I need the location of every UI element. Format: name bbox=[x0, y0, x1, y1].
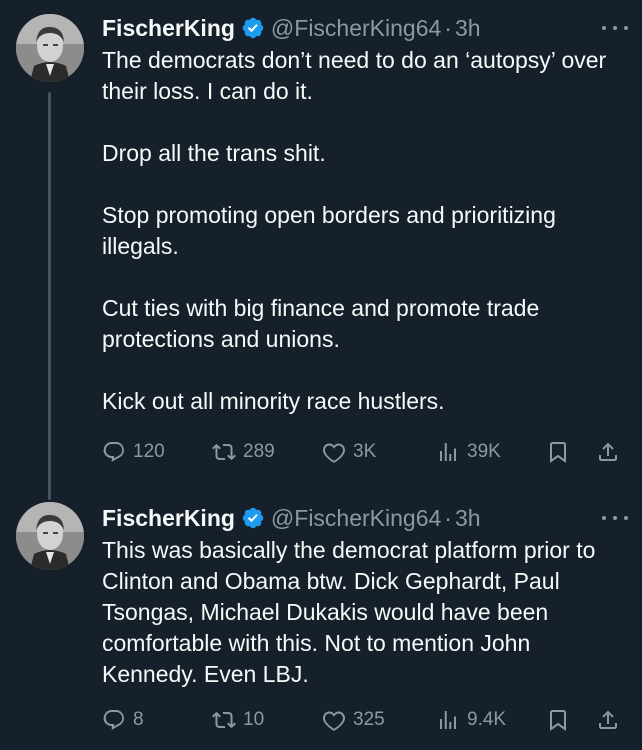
views-button[interactable]: 39K bbox=[436, 432, 501, 472]
timestamp[interactable]: 3h bbox=[455, 500, 481, 536]
tweet-paragraph: Drop all the trans shit. bbox=[102, 140, 326, 166]
tweet-text: This was basically the democrat platform… bbox=[102, 535, 627, 690]
timestamp[interactable]: 3h bbox=[455, 10, 481, 46]
tweet-paragraph: The democrats don’t need to do an ‘autop… bbox=[102, 47, 607, 104]
share-icon bbox=[596, 440, 620, 464]
repost-button[interactable]: 10 bbox=[212, 700, 264, 740]
repost-count: 289 bbox=[243, 441, 275, 462]
reply-icon bbox=[102, 708, 126, 732]
tweet-text: The democrats don’t need to do an ‘autop… bbox=[102, 45, 627, 417]
tweet-paragraph: This was basically the democrat platform… bbox=[102, 537, 596, 687]
like-count: 325 bbox=[353, 709, 385, 730]
repost-icon bbox=[212, 708, 236, 732]
heart-icon bbox=[322, 440, 346, 464]
bookmark-icon bbox=[546, 708, 570, 732]
author-handle[interactable]: @FischerKing64 bbox=[271, 500, 441, 536]
tweet[interactable]: FischerKing @FischerKing64 · 3h The demo… bbox=[0, 0, 642, 500]
thread-line bbox=[48, 92, 51, 500]
author-name[interactable]: FischerKing bbox=[102, 10, 235, 46]
reply-icon bbox=[102, 440, 126, 464]
views-chart-icon bbox=[436, 708, 460, 732]
avatar[interactable] bbox=[16, 502, 84, 570]
verified-badge-icon[interactable] bbox=[241, 506, 265, 530]
avatar[interactable] bbox=[16, 14, 84, 82]
share-button[interactable] bbox=[596, 700, 620, 740]
reply-count: 120 bbox=[133, 441, 165, 462]
tweet-paragraph: Cut ties with big finance and promote tr… bbox=[102, 295, 540, 352]
views-button[interactable]: 9.4K bbox=[436, 700, 506, 740]
repost-icon bbox=[212, 440, 236, 464]
tweet-paragraph: Stop promoting open borders and prioriti… bbox=[102, 202, 556, 259]
author-handle[interactable]: @FischerKing64 bbox=[271, 10, 441, 46]
like-count: 3K bbox=[353, 441, 377, 462]
tweet-header: FischerKing @FischerKing64 · 3h bbox=[102, 500, 481, 536]
like-button[interactable]: 3K bbox=[322, 432, 376, 472]
tweet[interactable]: FischerKing @FischerKing64 · 3h This was… bbox=[0, 490, 642, 750]
heart-icon bbox=[322, 708, 346, 732]
separator-dot: · bbox=[444, 505, 452, 531]
verified-badge-icon[interactable] bbox=[241, 16, 265, 40]
repost-button[interactable]: 289 bbox=[212, 432, 275, 472]
action-bar: 120 289 3K 39K bbox=[102, 432, 630, 472]
separator-dot: · bbox=[444, 15, 452, 41]
author-name[interactable]: FischerKing bbox=[102, 500, 235, 536]
share-button[interactable] bbox=[596, 432, 620, 472]
tweet-header: FischerKing @FischerKing64 · 3h bbox=[102, 10, 481, 46]
share-icon bbox=[596, 708, 620, 732]
more-options-icon[interactable] bbox=[602, 18, 628, 38]
reply-button[interactable]: 120 bbox=[102, 432, 165, 472]
more-options-icon[interactable] bbox=[602, 508, 628, 528]
views-count: 39K bbox=[467, 441, 501, 462]
views-count: 9.4K bbox=[467, 709, 507, 730]
views-chart-icon bbox=[436, 440, 460, 464]
reply-button[interactable]: 8 bbox=[102, 700, 144, 740]
action-bar: 8 10 325 9.4K bbox=[102, 700, 630, 740]
repost-count: 10 bbox=[243, 709, 265, 730]
tweet-paragraph: Kick out all minority race hustlers. bbox=[102, 388, 445, 414]
bookmark-button[interactable] bbox=[546, 432, 570, 472]
bookmark-icon bbox=[546, 440, 570, 464]
bookmark-button[interactable] bbox=[546, 700, 570, 740]
reply-count: 8 bbox=[133, 709, 144, 730]
like-button[interactable]: 325 bbox=[322, 700, 385, 740]
